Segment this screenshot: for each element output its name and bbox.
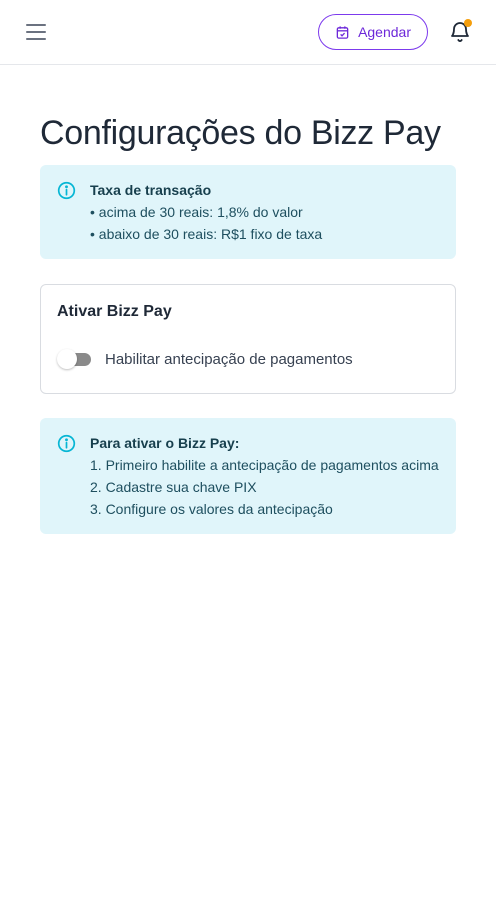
steps-info-step: 1. Primeiro habilite a antecipação de pa… (90, 457, 439, 473)
activation-card: Ativar Bizz Pay Habilitar antecipação de… (40, 284, 456, 394)
toggle-knob (57, 349, 77, 369)
steps-info-text: Para ativar o Bizz Pay: 1. Primeiro habi… (90, 432, 439, 520)
notifications-button[interactable] (448, 19, 472, 44)
advance-payments-toggle[interactable] (57, 349, 91, 369)
top-bar: Agendar (0, 0, 496, 65)
steps-info-step: 3. Configure os valores da antecipação (90, 501, 333, 517)
advance-payments-toggle-label: Habilitar antecipação de pagamentos (105, 350, 353, 368)
calendar-icon (336, 25, 349, 39)
info-icon (57, 434, 76, 453)
fee-info-text: Taxa de transação • acima de 30 reais: 1… (90, 179, 322, 245)
steps-info-box: Para ativar o Bizz Pay: 1. Primeiro habi… (40, 418, 456, 534)
fee-info-title: Taxa de transação (90, 182, 212, 198)
fee-info-line: • abaixo de 30 reais: R$1 fixo de taxa (90, 226, 323, 242)
main-content: Configurações do Bizz Pay Taxa de transa… (0, 65, 496, 534)
activation-card-title: Ativar Bizz Pay (57, 303, 172, 320)
steps-info-step: 2. Cadastre sua chave PIX (90, 479, 257, 495)
fee-info-box: Taxa de transação • acima de 30 reais: 1… (40, 165, 456, 259)
hamburger-menu-icon[interactable] (26, 24, 46, 40)
steps-info-title: Para ativar o Bizz Pay: (90, 435, 240, 451)
schedule-button[interactable]: Agendar (318, 14, 428, 50)
page-title: Configurações do Bizz Pay (40, 114, 441, 152)
advance-payments-toggle-row[interactable]: Habilitar antecipação de pagamentos (57, 349, 439, 369)
fee-info-line: • acima de 30 reais: 1,8% do valor (90, 204, 303, 220)
info-icon (57, 181, 76, 200)
schedule-button-label: Agendar (358, 24, 411, 40)
notification-dot (464, 19, 472, 27)
header-actions: Agendar (318, 14, 472, 50)
